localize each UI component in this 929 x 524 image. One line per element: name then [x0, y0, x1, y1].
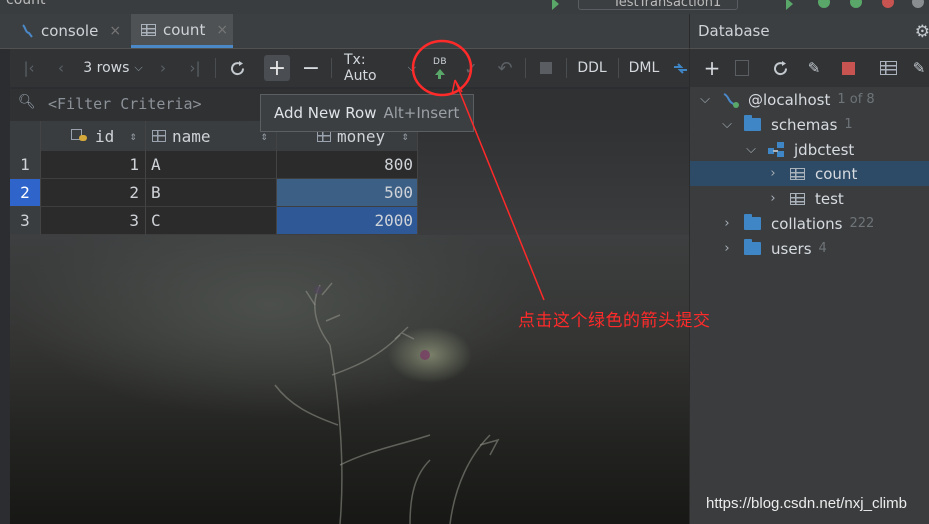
annotation-pointer: [411, 39, 545, 301]
